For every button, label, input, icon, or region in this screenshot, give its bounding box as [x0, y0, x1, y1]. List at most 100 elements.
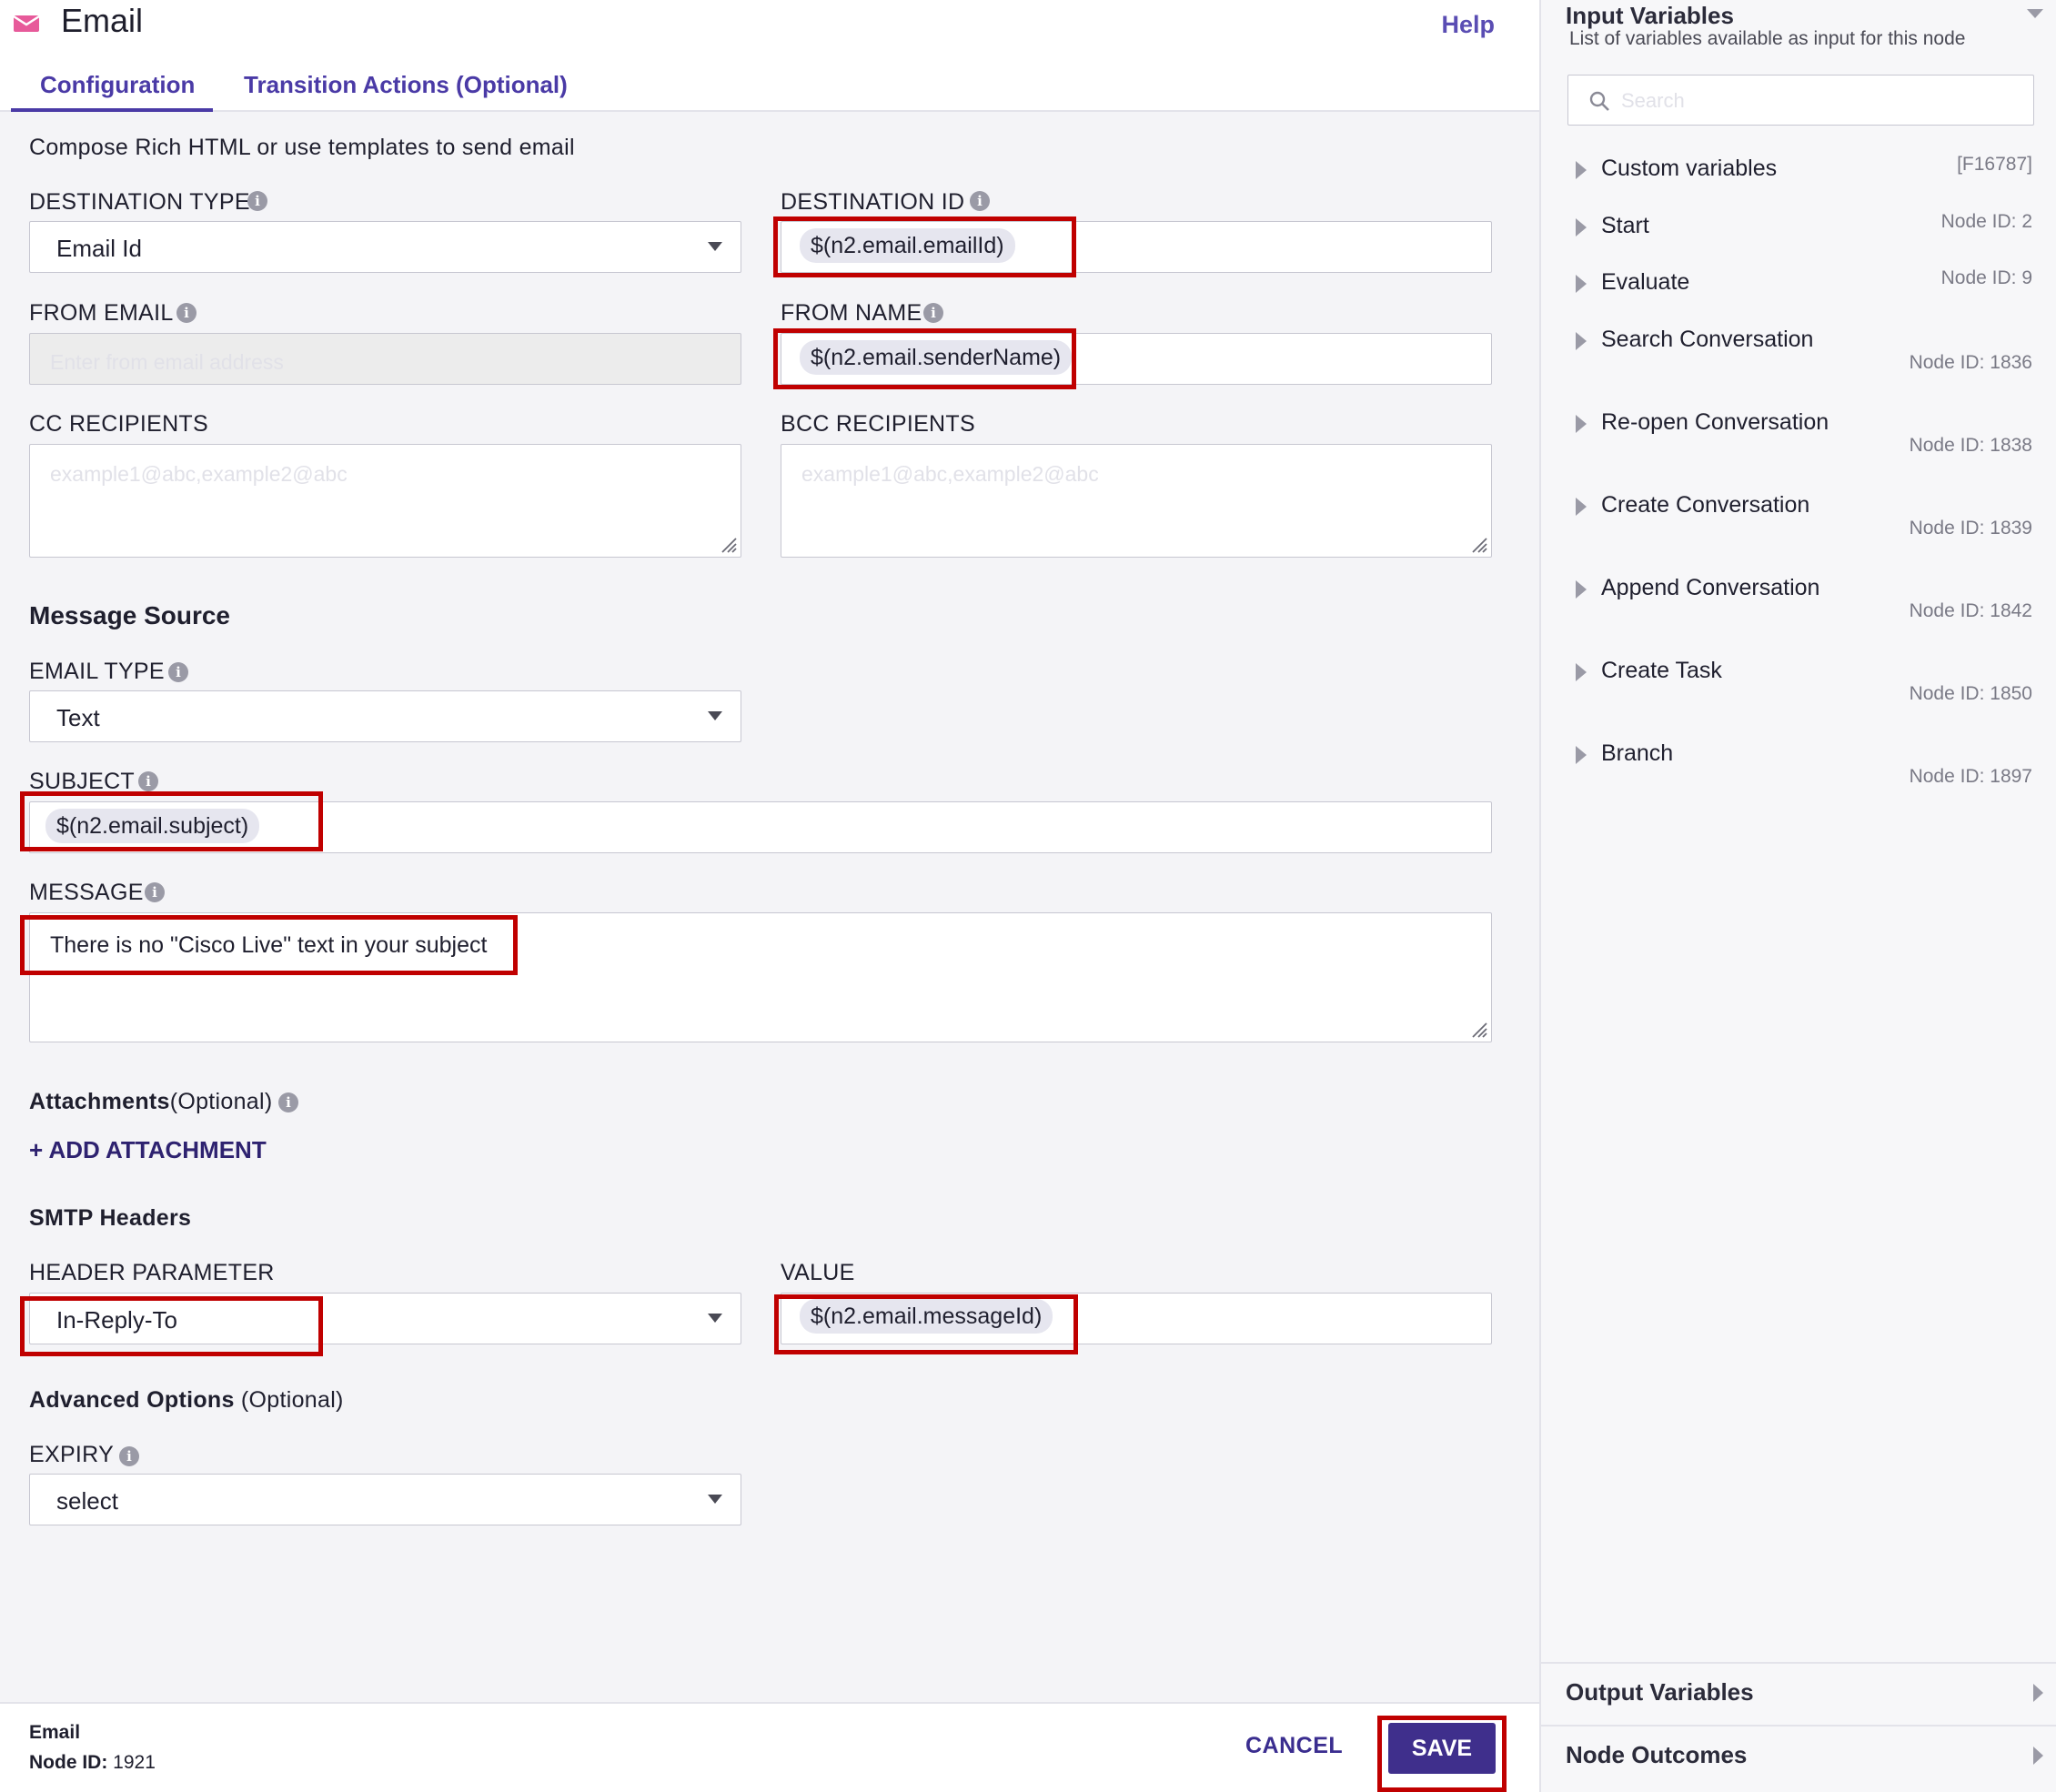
variable-group-search-conversation[interactable]: Search Conversation Node ID: 1836 — [1541, 325, 2056, 407]
footer-node-name: Email — [29, 1722, 81, 1743]
bcc-recipients-textarea[interactable]: example1@abc,example2@abc — [781, 444, 1492, 558]
caret-right-icon — [1576, 498, 1587, 516]
variable-group-name: Custom variables — [1601, 156, 1778, 181]
caret-right-icon — [1576, 580, 1587, 599]
variable-chip[interactable]: $(n2.email.messageId) — [800, 1299, 1053, 1334]
message-textarea[interactable]: There is no "Cisco Live" text in your su… — [29, 912, 1492, 1042]
cancel-button[interactable]: CANCEL — [1245, 1733, 1343, 1759]
info-icon[interactable]: i — [247, 191, 267, 211]
variable-group-node: Node ID: 9 — [1940, 267, 2032, 288]
variable-group-name: Branch — [1601, 740, 1674, 766]
variable-group-branch[interactable]: Branch Node ID: 1897 — [1541, 739, 2056, 820]
add-attachment-button[interactable]: + ADD ATTACHMENT — [29, 1136, 267, 1164]
info-icon[interactable]: i — [923, 303, 943, 323]
header-value-field[interactable]: $(n2.email.messageId) — [781, 1293, 1492, 1344]
expiry-label: EXPIRY — [29, 1442, 115, 1467]
variable-chip[interactable]: $(n2.email.emailId) — [800, 228, 1015, 263]
destination-type-value: Email Id — [56, 235, 142, 262]
chevron-down-icon — [708, 1495, 722, 1504]
node-outcomes-title: Node Outcomes — [1566, 1741, 1748, 1768]
variable-group-custom[interactable]: Custom variables [F16787] — [1541, 154, 2056, 208]
caret-right-icon — [2033, 1684, 2043, 1702]
subject-field[interactable]: $(n2.email.subject) — [29, 801, 1492, 853]
from-name-label: FROM NAME — [781, 300, 922, 326]
advanced-options-heading: Advanced Options (Optional) — [29, 1387, 344, 1414]
search-icon — [1589, 91, 1609, 111]
variable-group-evaluate[interactable]: Evaluate Node ID: 9 — [1541, 267, 2056, 322]
caret-right-icon — [1576, 415, 1587, 433]
header-parameter-label: HEADER PARAMETER — [29, 1260, 275, 1285]
bcc-placeholder: example1@abc,example2@abc — [801, 462, 1099, 486]
cc-recipients-label: CC RECIPIENTS — [29, 411, 208, 437]
variable-group-create-task[interactable]: Create Task Node ID: 1850 — [1541, 656, 2056, 738]
info-icon[interactable]: i — [970, 191, 990, 211]
chevron-down-icon — [708, 242, 722, 251]
message-value: There is no "Cisco Live" text in your su… — [50, 932, 488, 958]
save-button[interactable]: SAVE — [1388, 1723, 1496, 1774]
node-id-label: Node ID: — [29, 1752, 108, 1773]
destination-id-field[interactable]: $(n2.email.emailId) — [781, 221, 1492, 273]
input-variables-sidebar: Input Variables List of variables availa… — [1539, 0, 2056, 1792]
header-value-label: VALUE — [781, 1260, 855, 1285]
from-email-label: FROM EMAIL — [29, 300, 174, 326]
tab-transition-actions[interactable]: Transition Actions (Optional) — [244, 71, 568, 99]
active-tab-indicator — [11, 108, 213, 112]
message-source-heading: Message Source — [29, 601, 230, 629]
top-bar: Email Help Configuration Transition Acti… — [0, 0, 1539, 112]
destination-type-select[interactable]: Email Id — [29, 221, 741, 273]
variable-group-name: Evaluate — [1601, 269, 1690, 295]
search-placeholder: Search — [1621, 89, 1685, 112]
info-icon[interactable]: i — [278, 1092, 298, 1112]
help-link[interactable]: Help — [1441, 11, 1495, 39]
variables-search-input[interactable]: Search — [1567, 75, 2034, 126]
resize-grip-icon[interactable] — [1469, 1020, 1487, 1038]
cc-recipients-textarea[interactable]: example1@abc,example2@abc — [29, 444, 741, 558]
caret-right-icon — [1576, 275, 1587, 293]
destination-id-label: DESTINATION ID — [781, 189, 965, 215]
advanced-optional: (Optional) — [240, 1387, 344, 1413]
variable-group-create-conversation[interactable]: Create Conversation Node ID: 1839 — [1541, 490, 2056, 572]
attachments-optional: (Optional) — [169, 1089, 273, 1114]
chevron-down-icon[interactable] — [2027, 9, 2043, 18]
header-parameter-value: In-Reply-To — [56, 1306, 177, 1334]
input-variables-subtitle: List of variables available as input for… — [1569, 28, 1966, 49]
destination-type-label: DESTINATION TYPE — [29, 189, 250, 215]
info-icon[interactable]: i — [168, 662, 188, 682]
variable-group-node: Node ID: 1838 — [1909, 435, 2032, 456]
caret-right-icon — [1576, 332, 1587, 350]
from-email-input[interactable]: Enter from email address — [29, 333, 741, 385]
variable-chip[interactable]: $(n2.email.subject) — [45, 809, 260, 843]
subject-label: SUBJECT — [29, 769, 136, 794]
output-variables-section[interactable]: Output Variables — [1541, 1662, 2056, 1724]
email-type-select[interactable]: Text — [29, 690, 741, 742]
expiry-select[interactable]: select — [29, 1474, 741, 1525]
variable-group-reopen-conversation[interactable]: Re-open Conversation Node ID: 1838 — [1541, 408, 2056, 489]
attachments-title: Attachments — [29, 1089, 170, 1114]
bcc-recipients-label: BCC RECIPIENTS — [781, 411, 975, 437]
from-name-field[interactable]: $(n2.email.senderName) — [781, 333, 1492, 385]
header-parameter-select[interactable]: In-Reply-To — [29, 1293, 741, 1344]
variable-group-name: Re-open Conversation — [1601, 409, 1829, 435]
output-variables-title: Output Variables — [1566, 1678, 1754, 1706]
variable-group-start[interactable]: Start Node ID: 2 — [1541, 211, 2056, 266]
footer-node-id: Node ID: 1921 — [29, 1752, 156, 1774]
variable-group-name: Start — [1601, 213, 1649, 238]
footer-bar: Email Node ID: 1921 CANCEL SAVE — [0, 1702, 1539, 1792]
variable-group-node: Node ID: 1897 — [1909, 766, 2032, 787]
main-panel: Email Help Configuration Transition Acti… — [0, 0, 1539, 1792]
email-type-value: Text — [56, 704, 100, 731]
email-icon — [13, 15, 40, 32]
from-email-placeholder: Enter from email address — [50, 350, 284, 374]
info-icon[interactable]: i — [138, 771, 158, 791]
info-icon[interactable]: i — [119, 1446, 139, 1466]
resize-grip-icon[interactable] — [1469, 535, 1487, 553]
variable-chip[interactable]: $(n2.email.senderName) — [800, 340, 1073, 375]
node-outcomes-section[interactable]: Node Outcomes — [1541, 1725, 2056, 1787]
variable-group-node: Node ID: 1850 — [1909, 683, 2032, 704]
tab-configuration[interactable]: Configuration — [40, 71, 195, 99]
resize-grip-icon[interactable] — [719, 535, 737, 553]
expiry-value: select — [56, 1487, 118, 1515]
info-icon[interactable]: i — [145, 882, 165, 902]
variable-group-append-conversation[interactable]: Append Conversation Node ID: 1842 — [1541, 573, 2056, 655]
info-icon[interactable]: i — [176, 303, 197, 323]
